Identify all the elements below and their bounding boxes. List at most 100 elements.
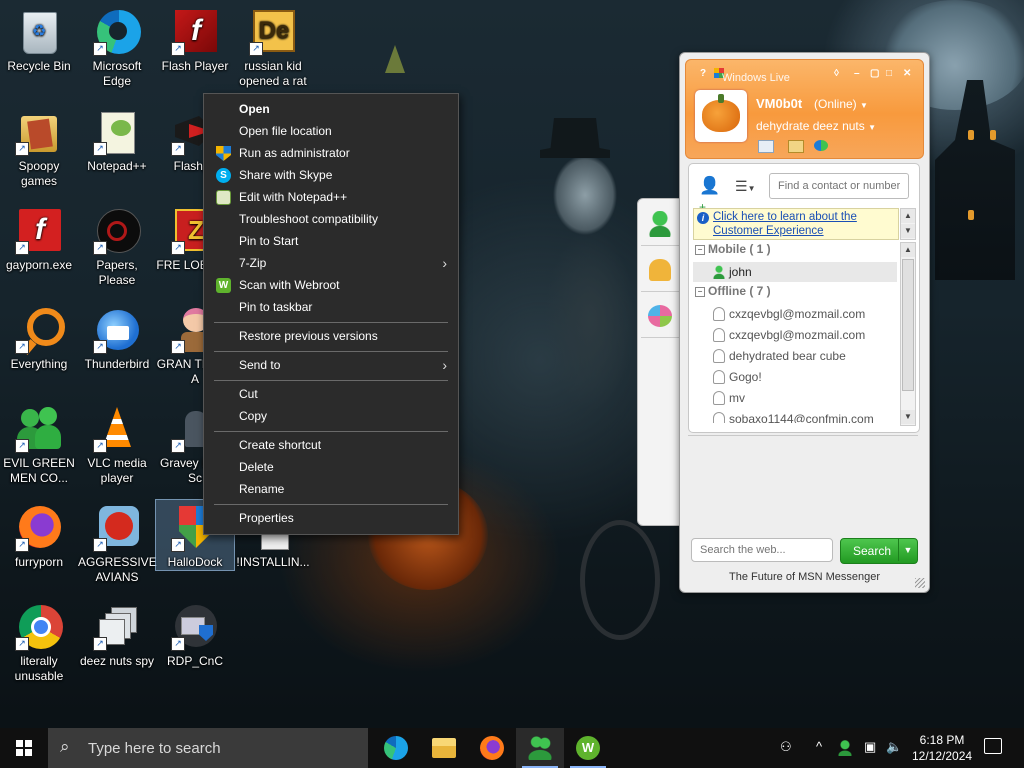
- msn-tray-icon[interactable]: [838, 740, 852, 756]
- menu-item-troubleshoot-compatibility[interactable]: Troubleshoot compatibility: [205, 208, 457, 230]
- avatar[interactable]: [695, 90, 747, 142]
- scroll-down-icon[interactable]: ▼: [901, 410, 915, 424]
- desktop-icon-microsoft-edge[interactable]: ↗ Microsoft Edge: [78, 4, 156, 89]
- scroll-up-icon[interactable]: ▲: [901, 209, 915, 223]
- personal-message[interactable]: dehydrate deez nuts ▼: [756, 119, 876, 133]
- contact-item[interactable]: cxzqevbgl@mozmail.com: [693, 325, 897, 345]
- menu-item-delete[interactable]: Delete: [205, 456, 457, 478]
- desktop-icon-recycle-bin[interactable]: ♻ Recycle Bin: [0, 4, 78, 74]
- file-explorer-icon: [432, 738, 456, 758]
- desktop-icon-label: russian kid opened a rat: [239, 59, 307, 88]
- menu-item-open-file-location[interactable]: Open file location: [205, 120, 457, 142]
- menu-item-scan-with-webroot[interactable]: W Scan with Webroot: [205, 274, 457, 296]
- menu-item-run-as-administrator[interactable]: Run as administrator: [205, 142, 457, 164]
- menu-item-label: Pin to taskbar: [239, 300, 313, 314]
- group-header-mobile[interactable]: − Mobile ( 1 ): [695, 242, 771, 256]
- chevron-down-icon: ▼: [868, 123, 877, 132]
- taskbar-msn-messenger[interactable]: [516, 728, 564, 768]
- scroll-down-icon[interactable]: ▼: [901, 224, 915, 238]
- menu-item-pin-to-start[interactable]: Pin to Start: [205, 230, 457, 252]
- desktop-icon-literally-unusable[interactable]: ↗ literally unusable: [0, 599, 78, 684]
- collapse-icon: −: [695, 245, 705, 255]
- games-tab[interactable]: [641, 295, 679, 338]
- menu-item-send-to[interactable]: Send to ›: [205, 354, 457, 376]
- view-options-icon[interactable]: ☰▼: [735, 178, 761, 198]
- desktop-icon-vlc[interactable]: ↗ VLC media player: [78, 401, 156, 486]
- desktop-icon-papers-please[interactable]: ↗ Papers, Please: [78, 203, 156, 288]
- group-header-offline[interactable]: − Offline ( 7 ): [695, 284, 771, 298]
- desktop-icon-rdp-cnc[interactable]: ↗ RDP_CnC: [156, 599, 234, 669]
- restore-icon[interactable]: ▢: [870, 68, 879, 79]
- contact-item[interactable]: sobaxo1144@confmin.com: [693, 409, 897, 423]
- menu-item-edit-with-notepad-plus-plus[interactable]: Edit with Notepad++: [205, 186, 457, 208]
- menu-item-pin-to-taskbar[interactable]: Pin to taskbar: [205, 296, 457, 318]
- folder-icon[interactable]: [788, 140, 804, 153]
- status-selector[interactable]: (Online) ▼: [814, 97, 868, 111]
- chevron-up-icon[interactable]: ^: [816, 739, 822, 754]
- menu-item-properties[interactable]: Properties: [205, 507, 457, 529]
- customer-experience-link[interactable]: Click here to learn about the Customer E…: [713, 210, 893, 238]
- contact-list-scrollbar[interactable]: ▲ ▼: [900, 242, 916, 426]
- start-button[interactable]: [0, 728, 48, 768]
- desktop-icon-spoopy-games[interactable]: ↗ Spoopy games: [0, 104, 78, 189]
- resize-grip-icon[interactable]: [915, 578, 925, 588]
- scrollbar-thumb[interactable]: [902, 259, 914, 391]
- desktop-icon-notepad-plus-plus[interactable]: ↗ Notepad++: [78, 104, 156, 174]
- find-contact-input[interactable]: [769, 173, 909, 199]
- notepad-plus-plus-icon: ↗: [93, 108, 141, 156]
- desktop-icon-deez-nuts-spy[interactable]: ↗ deez nuts spy: [78, 599, 156, 669]
- wallpaper-hat: [540, 118, 610, 158]
- system-clock[interactable]: 6:18 PM 12/12/2024: [912, 732, 972, 764]
- contacts-tab[interactable]: [641, 203, 679, 246]
- desktop-icon-gayporn-exe[interactable]: f ↗ gayporn.exe: [0, 203, 78, 273]
- contact-item[interactable]: dehydrated bear cube: [693, 346, 897, 366]
- desktop-icon-label: Everything: [10, 357, 68, 371]
- close-icon[interactable]: ✕: [903, 68, 911, 79]
- taskbar-file-explorer[interactable]: [420, 728, 468, 768]
- contact-item[interactable]: mv: [693, 388, 897, 408]
- help-icon[interactable]: ?: [700, 68, 706, 79]
- menu-item-create-shortcut[interactable]: Create shortcut: [205, 434, 457, 456]
- menu-item-share-with-skype[interactable]: S Share with Skype: [205, 164, 457, 186]
- menu-item-open[interactable]: Open: [205, 98, 457, 120]
- mail-icon[interactable]: [758, 140, 774, 153]
- maximize-icon[interactable]: □: [886, 68, 892, 79]
- desktop-icon-everything[interactable]: ↗ Everything: [0, 302, 78, 372]
- notifications-icon[interactable]: [984, 738, 1002, 754]
- people-icon[interactable]: ⚇: [780, 739, 792, 755]
- desktop-icon-evil-green-men[interactable]: ↗ EVIL GREEN MEN CO...: [0, 401, 78, 486]
- menu-item-cut[interactable]: Cut: [205, 383, 457, 405]
- taskbar-webroot[interactable]: W: [564, 728, 612, 768]
- msn-today-icon[interactable]: [814, 140, 828, 151]
- banner-scrollbar[interactable]: ▲ ▼: [900, 208, 916, 240]
- desktop-icon-russian-kid[interactable]: De ↗ russian kid opened a rat: [234, 4, 312, 89]
- contact-item[interactable]: john: [693, 262, 897, 282]
- web-search-input[interactable]: [691, 538, 833, 562]
- volume-icon[interactable]: 🔈: [886, 739, 902, 755]
- customer-experience-banner[interactable]: i Click here to learn about the Customer…: [693, 208, 899, 240]
- alerts-tab[interactable]: [641, 249, 679, 292]
- menu-item-rename[interactable]: Rename: [205, 478, 457, 500]
- desktop-icon-furryporn[interactable]: ↗ furryporn: [0, 500, 78, 570]
- taskbar-firefox[interactable]: [468, 728, 516, 768]
- menu-item-copy[interactable]: Copy: [205, 405, 457, 427]
- taskbar-edge[interactable]: [372, 728, 420, 768]
- buddy-icon: [649, 211, 671, 237]
- contact-item[interactable]: cxzqevbgl@mozmail.com: [693, 304, 897, 324]
- add-contact-icon[interactable]: 👤+: [699, 176, 725, 214]
- menu-item-restore-previous-versions[interactable]: Restore previous versions: [205, 325, 457, 347]
- minimize-icon[interactable]: –: [854, 68, 860, 79]
- contact-item[interactable]: Gogo!: [693, 367, 897, 387]
- network-icon[interactable]: ▣: [864, 739, 876, 755]
- notification-icon[interactable]: ◊: [834, 68, 839, 79]
- user-name[interactable]: VM0b0t: [756, 96, 802, 111]
- taskbar-search-box[interactable]: ⌕ Type here to search: [48, 728, 368, 768]
- search-button[interactable]: Search ▼: [840, 538, 918, 564]
- desktop-icon-flash-player[interactable]: f ↗ Flash Player: [156, 4, 234, 74]
- messenger-footer: The Future of MSN Messenger: [728, 571, 880, 583]
- desktop-icon-thunderbird[interactable]: ↗ Thunderbird: [78, 302, 156, 372]
- scroll-up-icon[interactable]: ▲: [901, 243, 915, 257]
- menu-item-7-zip[interactable]: 7-Zip ›: [205, 252, 457, 274]
- chevron-down-icon[interactable]: ▼: [898, 539, 917, 561]
- desktop-icon-aggressive-avians[interactable]: ↗ AGGRESSIVE AVIANS: [78, 500, 157, 585]
